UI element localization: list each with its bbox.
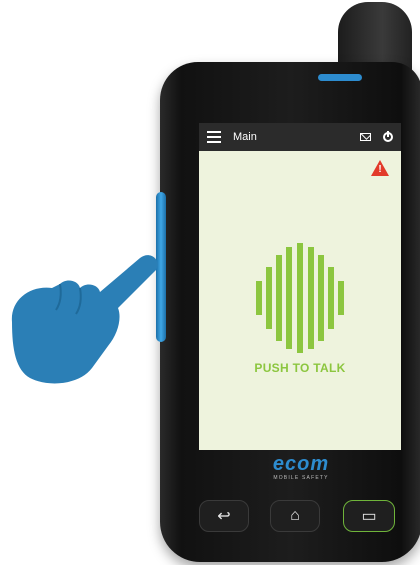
recent-apps-key[interactable]: ▭ [343,500,395,532]
back-icon: ↩ [217,508,231,525]
app-title: Main [233,131,257,143]
ptt-bar [266,267,272,329]
home-icon: ⌂ [290,507,300,524]
pointing-hand-illustration [0,250,165,395]
home-key[interactable]: ⌂ [270,500,320,532]
back-key[interactable]: ↩ [199,500,249,532]
brand-logo: ecom MOBILE SAFETY [252,453,350,481]
phone-screen: Main ! PUSH TO TALK [199,123,401,450]
push-to-talk-button[interactable] [254,243,346,353]
mail-icon[interactable] [360,133,371,141]
ptt-bar [297,243,303,353]
ptt-bar [308,247,314,349]
ptt-bar [276,255,282,341]
power-icon[interactable] [383,131,393,142]
brand-tagline: MOBILE SAFETY [273,475,329,481]
app-bar: Main [199,123,401,151]
phone-top-accent [318,74,362,81]
ptt-bar [328,267,334,329]
ptt-bar [286,247,292,349]
recent-apps-icon: ▭ [361,508,377,525]
hamburger-icon[interactable] [207,131,221,143]
brand-name: ecom [272,453,330,475]
ptt-bar [338,281,344,315]
ptt-bar [318,255,324,341]
pointing-hand-icon [11,255,158,384]
warning-exclamation: ! [378,164,382,175]
ptt-bar [256,281,262,315]
push-to-talk-label: PUSH TO TALK [254,361,346,375]
